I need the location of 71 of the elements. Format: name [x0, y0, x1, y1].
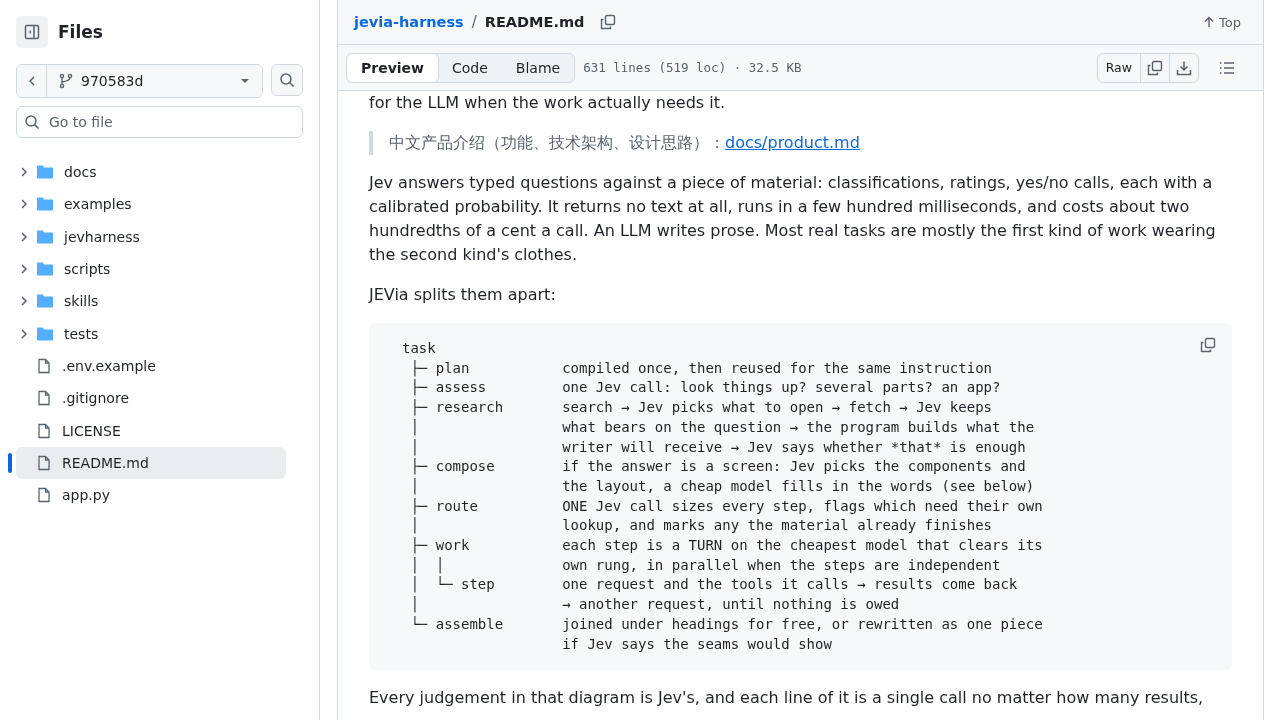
- tree-item[interactable]: skills: [16, 285, 286, 318]
- sidebar-toggle-icon: [24, 24, 40, 40]
- code-line: │ lookup, and marks any the material already finishes: [409, 516, 993, 536]
- search-icon: [24, 114, 40, 130]
- file-icon: [36, 390, 52, 407]
- code-line: ├─ work each step is a TURN on the cheapest model that clears its: [409, 536, 1044, 556]
- chevron-right-icon: [18, 198, 30, 211]
- folder-icon: [36, 164, 54, 181]
- tree-item[interactable]: docs: [16, 156, 286, 189]
- code-line: ├─ assess one Jev call: look things up? several parts? an app?: [409, 378, 1002, 398]
- code-line: │ └─ step one request and the tools it calls → results come back: [409, 575, 1019, 595]
- file-icon: [36, 422, 52, 439]
- folder-icon: [36, 228, 54, 245]
- code-line: ├─ research search → Jev picks what to open → fetch → Jev keeps: [409, 398, 993, 418]
- tree-item[interactable]: scripts: [16, 252, 286, 286]
- chevron-right-icon: [18, 295, 30, 308]
- tree-item[interactable]: .gitignore: [16, 382, 286, 415]
- code-line: └─ assemble joined under headings for free, or rewritten as one piece: [409, 614, 1044, 634]
- outline-list-icon: [1219, 59, 1235, 76]
- tree-item[interactable]: LICENSE: [16, 414, 286, 447]
- repo-link[interactable]: jevia-harness: [354, 14, 464, 30]
- code-line: ├─ route ONE Jev call sizes every step, flags which need their own: [409, 496, 1044, 517]
- tree-item[interactable]: .env.example: [16, 349, 286, 383]
- sidebar-title: Files: [58, 22, 103, 42]
- chevron-right-icon: [18, 166, 30, 179]
- paragraph: JEVia splits them apart:: [369, 284, 557, 306]
- view-tab[interactable]: Blame: [501, 53, 575, 82]
- search-icon: [279, 72, 295, 88]
- code-line: │ writer will receive → Jev says whether *that* is enough: [409, 437, 1027, 458]
- quote-text: 中文产品介绍（功能、技术架构、设计思路）：: [389, 133, 725, 152]
- go-to-file-field[interactable]: Go to file: [16, 106, 303, 138]
- code-line: │ the layout, a cheap model fills in the words (see below): [409, 476, 1036, 497]
- copy-icon: [1200, 337, 1216, 353]
- file-icon: [36, 487, 52, 504]
- sidebar-toggle-button[interactable]: [16, 16, 48, 48]
- view-tab[interactable]: Code: [438, 53, 502, 82]
- file-info: 631 lines (519 loc) · 32.5 KB: [583, 60, 802, 75]
- folder-icon: [36, 293, 54, 310]
- tree-item[interactable]: app.py: [16, 478, 286, 512]
- paragraph: Jev answers typed questions against a piece of material: classifications, ratings, yes/no calls, each with a calibrated probability. It returns no text at all, runs in a few hundred milliseconds, and costs about two hundredths of a cent a call. An LLM writes prose. Most real tasks are mostly the first kind of work wearing the second kind's clothes.: [369, 172, 1217, 266]
- path-separator: /: [471, 13, 477, 31]
- chevron-right-icon: [18, 327, 30, 340]
- code-line: ├─ compose if the answer is a screen: Jev picks the components and: [409, 457, 1027, 477]
- folder-icon: [36, 196, 54, 213]
- file-icon: [36, 454, 52, 471]
- chevron-right-icon: [18, 230, 30, 243]
- tree-item[interactable]: jevharness: [16, 220, 286, 253]
- tree-item[interactable]: tests: [16, 317, 286, 350]
- view-tab[interactable]: Preview: [346, 52, 439, 83]
- download-icon: [1176, 59, 1192, 76]
- search-button[interactable]: [271, 64, 303, 96]
- code-line: │ what bears on the question → the program builds what the: [409, 417, 1036, 438]
- folder-icon: [36, 261, 54, 278]
- code-line: ├─ plan compiled once, then reused for the same instruction: [409, 358, 993, 379]
- chevron-right-icon: [18, 263, 30, 276]
- code-line: │ │ own rung, in parallel when the steps are independent: [409, 555, 1002, 576]
- paragraph: for the LLM when the work actually needs it.: [369, 92, 727, 114]
- tree-item[interactable]: examples: [16, 188, 286, 221]
- copy-button[interactable]: [1198, 335, 1218, 355]
- file-icon: [36, 357, 52, 374]
- arrow-up-icon: [1203, 16, 1216, 28]
- code-line: task: [402, 339, 437, 358]
- link[interactable]: docs/product.md: [725, 133, 860, 152]
- code-line: if Jev says the seams would show: [561, 634, 833, 654]
- copy-icon: [1147, 59, 1163, 76]
- folder-icon: [36, 325, 54, 342]
- code-line: │ → another request, until nothing is owed: [409, 595, 901, 615]
- copy-icon: [600, 14, 617, 30]
- file-name: README.md: [484, 14, 585, 30]
- top-button[interactable]: Top: [1197, 13, 1247, 31]
- paragraph: Every judgement in that diagram is Jev's, and each line of it is a single call no matter how many results,: [369, 687, 1205, 710]
